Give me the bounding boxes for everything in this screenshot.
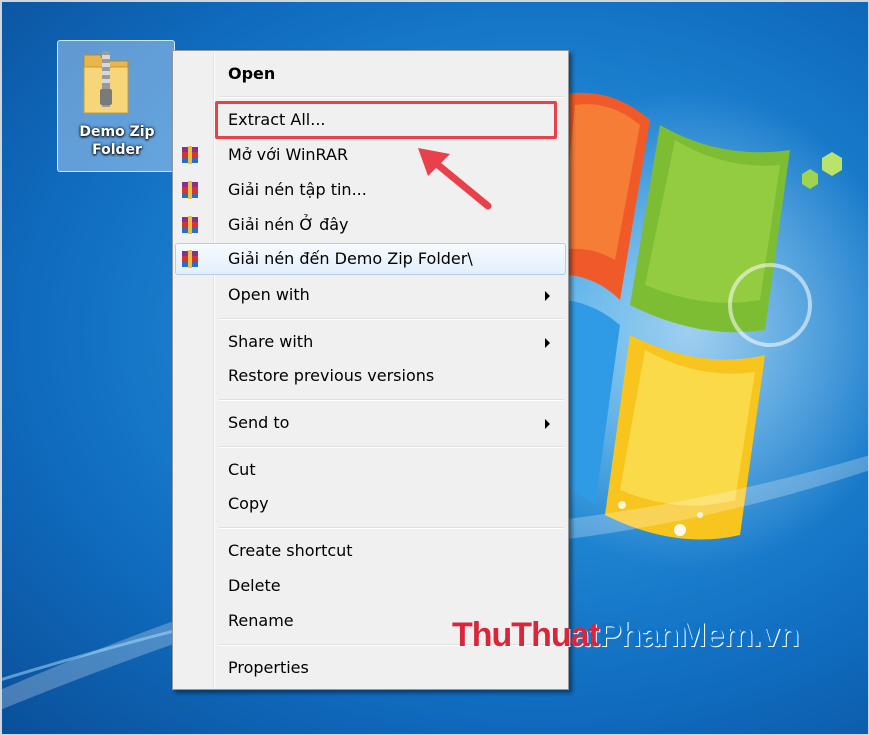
menu-item-create-shortcut[interactable]: Create shortcut	[175, 535, 566, 567]
menu-item-label: Giải nén Ở đây	[228, 215, 349, 234]
menu-item-extract-here[interactable]: Giải nén Ở đây	[175, 209, 566, 241]
menu-item-extract-to-folder[interactable]: Giải nén đến Demo Zip Folder\	[175, 243, 566, 275]
submenu-arrow-icon	[545, 338, 550, 348]
menu-item-label: Properties	[228, 658, 309, 677]
desktop-icon-demo-zip-folder[interactable]: Demo Zip Folder	[57, 40, 175, 172]
menu-item-label: Mở với WinRAR	[228, 145, 349, 164]
menu-item-properties[interactable]: Properties	[175, 652, 566, 684]
menu-item-label: Open with	[228, 285, 310, 304]
menu-item-cut[interactable]: Cut	[175, 454, 566, 486]
menu-item-label: Send to	[228, 413, 290, 432]
watermark-part1: ThuThuat	[452, 616, 600, 654]
menu-item-label: Create shortcut	[228, 541, 353, 560]
winrar-icon	[182, 250, 198, 268]
zip-folder-icon	[83, 51, 129, 114]
menu-item-open-with-winrar[interactable]: Mở với WinRAR	[175, 139, 566, 171]
submenu-arrow-icon	[545, 291, 550, 301]
menu-item-label: Giải nén đến Demo Zip Folder\	[228, 249, 473, 268]
highlight-box	[215, 101, 557, 139]
menu-item-share-with[interactable]: Share with	[175, 326, 566, 358]
menu-item-label: Copy	[228, 494, 269, 513]
winrar-icon	[182, 146, 198, 164]
watermark-part2: PhanMem.vn	[598, 616, 800, 654]
menu-item-label: Share with	[228, 332, 314, 351]
submenu-arrow-icon	[545, 419, 550, 429]
menu-separator	[219, 446, 564, 448]
desktop-icon-label: Demo Zip Folder	[79, 124, 155, 158]
menu-item-open-with[interactable]: Open with	[175, 279, 566, 311]
winrar-icon	[182, 216, 198, 234]
menu-separator	[219, 96, 564, 98]
menu-separator	[219, 527, 564, 529]
menu-separator	[219, 399, 564, 401]
menu-item-send-to[interactable]: Send to	[175, 407, 566, 439]
menu-item-extract-files[interactable]: Giải nén tập tin...	[175, 174, 566, 206]
menu-item-restore-previous-versions[interactable]: Restore previous versions	[175, 360, 566, 392]
menu-item-label: Rename	[228, 611, 294, 630]
menu-item-open[interactable]: Open	[175, 58, 566, 90]
menu-separator	[219, 318, 564, 320]
menu-item-label: Delete	[228, 576, 281, 595]
menu-item-label: Giải nén tập tin...	[228, 180, 367, 199]
menu-item-label: Cut	[228, 460, 256, 479]
winrar-icon	[182, 181, 198, 199]
context-menu: Open Extract All... Mở với WinRAR Giải n…	[172, 50, 569, 690]
menu-item-label: Open	[228, 64, 276, 83]
watermark-logo: ThuThuatPhanMem.vn	[452, 616, 800, 655]
menu-item-copy[interactable]: Copy	[175, 488, 566, 520]
callout-arrow-icon	[418, 148, 492, 210]
menu-item-delete[interactable]: Delete	[175, 570, 566, 602]
menu-item-label: Restore previous versions	[228, 366, 435, 385]
